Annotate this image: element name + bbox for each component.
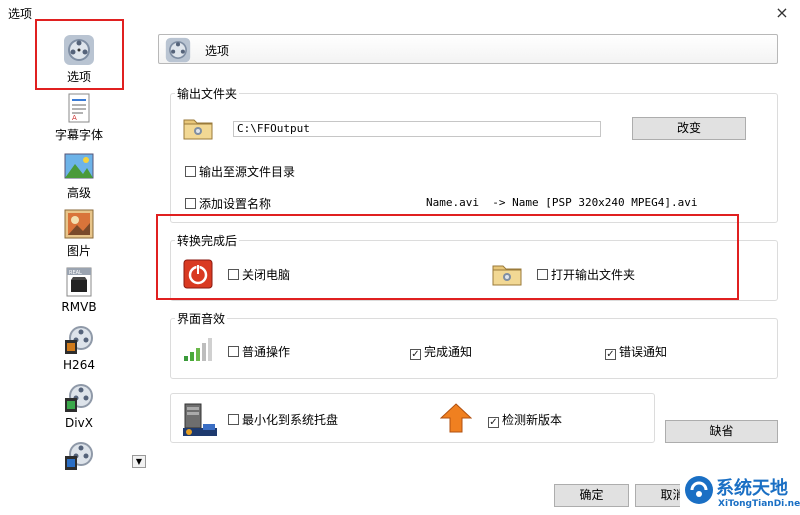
picture-icon (63, 208, 95, 240)
output-folder-legend: 输出文件夹 (175, 85, 240, 102)
volume-bars-icon (183, 336, 215, 362)
options-film-reel-icon (165, 37, 191, 63)
ok-button[interactable]: 确定 (554, 484, 629, 507)
svg-text:REAL: REAL (69, 270, 82, 276)
change-folder-button[interactable]: 改变 (632, 117, 746, 140)
scroll-down-button[interactable]: ▼ (132, 455, 146, 468)
sidebar-item-advanced[interactable]: 高级 (40, 150, 118, 201)
sidebar-item-divx[interactable]: DivX (40, 382, 118, 430)
update-arrow-icon (439, 403, 473, 433)
section-header: 选项 (158, 34, 778, 64)
output-to-source-label: 输出至源文件目录 (199, 165, 296, 179)
check-update-option[interactable]: ✓ 检测新版本 (488, 411, 562, 428)
sidebar-item-label: DivX (65, 416, 93, 430)
normal-op-option[interactable]: 普通操作 (228, 343, 290, 360)
done-notify-label: 完成通知 (424, 345, 473, 359)
add-setting-name-checkbox[interactable] (185, 198, 196, 209)
advanced-image-icon (63, 150, 95, 182)
window-title: 选项 (8, 7, 33, 21)
subtitle-doc-icon: A (63, 92, 95, 124)
watermark-url: XiTongTianDi.net (718, 499, 800, 509)
check-update-label: 检测新版本 (502, 413, 563, 427)
error-notify-option[interactable]: ✓ 错误通知 (605, 343, 667, 360)
h264-film-reel-icon (63, 324, 95, 356)
sidebar-item-h264[interactable]: H264 (40, 324, 118, 372)
done-notify-checkbox[interactable]: ✓ (410, 349, 421, 360)
output-path-input[interactable]: C:\FFOutput (233, 121, 601, 137)
sidebar-item-subtitle-font[interactable]: A 字幕字体 (40, 92, 118, 143)
output-to-source-option[interactable]: 输出至源文件目录 (185, 163, 295, 180)
minimize-tray-checkbox[interactable] (228, 414, 239, 425)
add-setting-name-option[interactable]: 添加设置名称 (185, 195, 271, 212)
naming-example: Name.avi -> Name [PSP 320x240 MPEG4].avi (426, 196, 698, 209)
output-to-source-checkbox[interactable] (185, 166, 196, 177)
default-button[interactable]: 缺省 (665, 420, 778, 443)
normal-op-checkbox[interactable] (228, 346, 239, 357)
error-notify-checkbox[interactable]: ✓ (605, 349, 616, 360)
sidebar: 选项 A 字幕字体 高级 图片 REAL RMVB H264 DivX (0, 26, 153, 481)
add-setting-name-label: 添加设置名称 (199, 197, 272, 211)
sidebar-item-label: 图片 (66, 244, 91, 258)
sidebar-item-label: 字幕字体 (54, 128, 103, 142)
highlight-box-after-convert (156, 214, 739, 300)
normal-op-label: 普通操作 (242, 345, 291, 359)
minimize-tray-option[interactable]: 最小化到系统托盘 (228, 411, 338, 428)
watermark-title: 系统天地 (716, 478, 788, 499)
sidebar-item-picture[interactable]: 图片 (40, 208, 118, 259)
sidebar-item-label: H264 (63, 358, 95, 372)
sound-legend: 界面音效 (175, 310, 228, 327)
rmvb-clapper-icon: REAL (63, 266, 95, 298)
highlight-box-options (35, 19, 124, 90)
close-button[interactable]: × (772, 3, 792, 23)
sidebar-item-rmvb[interactable]: REAL RMVB (40, 266, 118, 314)
film-reel-icon (63, 440, 95, 472)
sidebar-item-label: 高级 (66, 186, 91, 200)
divx-film-reel-icon (63, 382, 95, 414)
watermark: 系统天地 XiTongTianDi.net (680, 470, 800, 514)
check-update-checkbox[interactable]: ✓ (488, 417, 499, 428)
folder-icon[interactable] (183, 116, 213, 140)
error-notify-label: 错误通知 (619, 345, 668, 359)
system-tray-icon (183, 402, 217, 436)
section-title: 选项 (205, 44, 230, 58)
sidebar-item-label: RMVB (61, 300, 97, 314)
sidebar-item-more[interactable] (40, 440, 118, 474)
svg-text:A: A (72, 114, 77, 122)
minimize-tray-label: 最小化到系统托盘 (242, 413, 339, 427)
done-notify-option[interactable]: ✓ 完成通知 (410, 343, 472, 360)
